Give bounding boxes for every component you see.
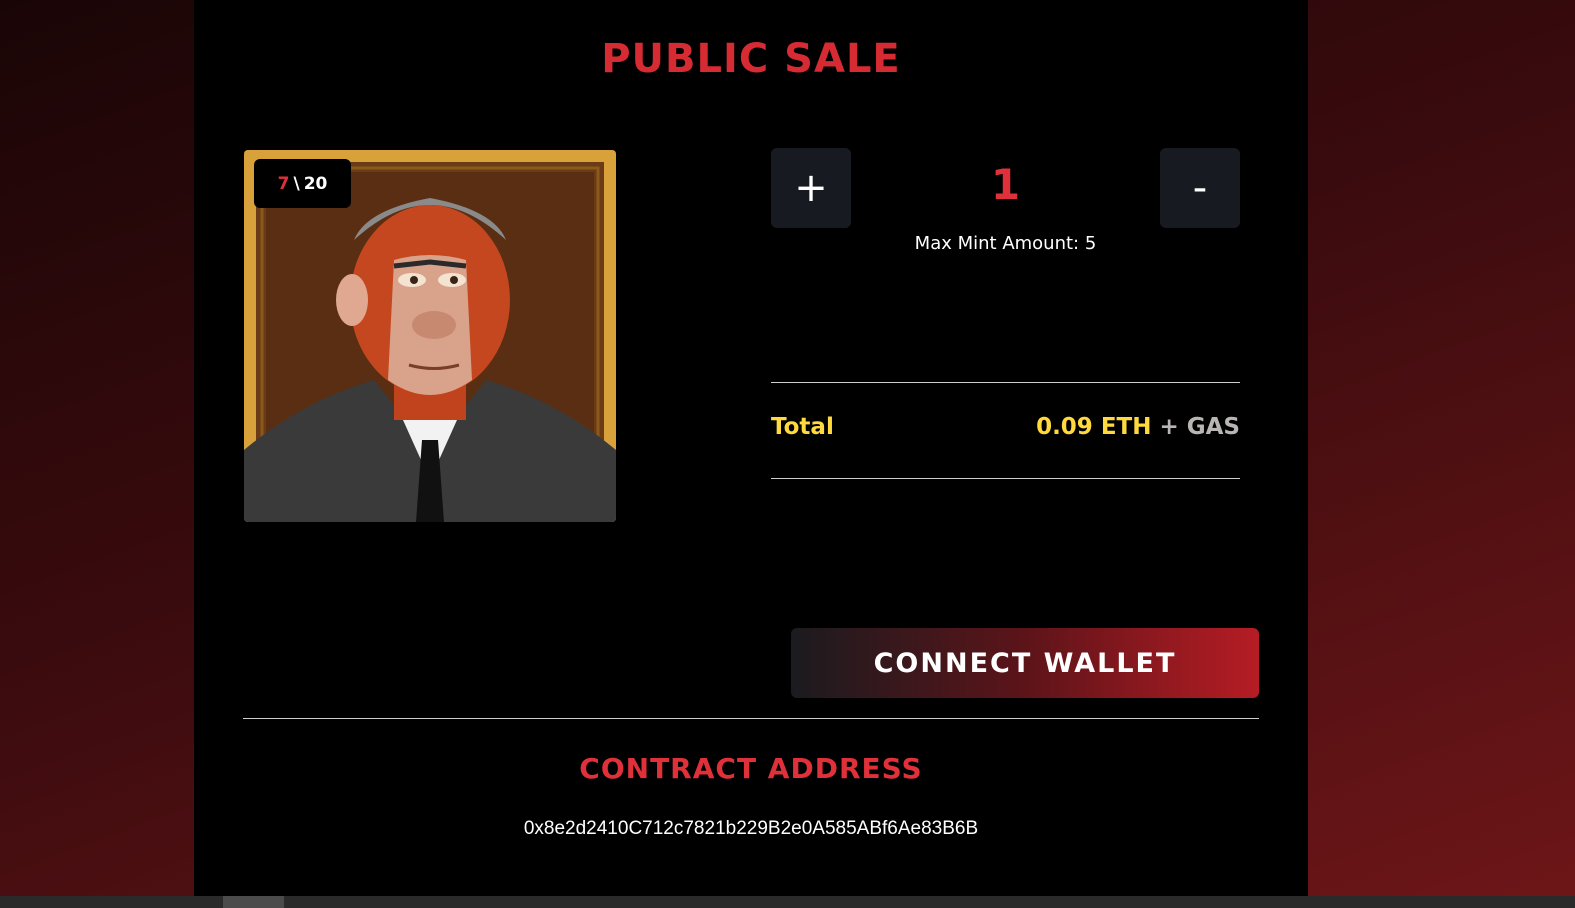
mint-counter-badge: 7 \ 20 (254, 159, 351, 208)
total-price: 0.09 ETH (1036, 414, 1152, 440)
plus-icon: + (794, 165, 828, 211)
mint-quantity: 1 (990, 160, 1021, 209)
contract-address-heading: CONTRACT ADDRESS (579, 752, 923, 785)
minus-icon: - (1192, 165, 1208, 211)
total-label: Total (771, 414, 834, 440)
minted-count: 7 (277, 173, 290, 194)
plus-sign: + (1159, 414, 1179, 440)
max-mint-amount: Max Mint Amount: 5 (914, 233, 1097, 254)
mint-panel: PUBLIC SALE 7 \ 20 + 1 - Max Mint Amount… (194, 0, 1308, 896)
total-supply: 20 (303, 173, 328, 194)
total-value: 0.09 ETH + GAS (1036, 414, 1240, 440)
gas-label: GAS (1186, 414, 1240, 440)
connect-wallet-button[interactable]: CONNECT WALLET (791, 628, 1259, 698)
page-title: PUBLIC SALE (601, 36, 901, 82)
divider-section (243, 718, 1259, 719)
decrease-quantity-button[interactable]: - (1160, 148, 1240, 228)
divider-bottom (771, 478, 1240, 479)
divider-top (771, 382, 1240, 383)
increase-quantity-button[interactable]: + (771, 148, 851, 228)
counter-separator: \ (293, 173, 300, 194)
scrollbar-thumb[interactable] (223, 896, 284, 908)
contract-address-value: 0x8e2d2410C712c7821b229B2e0A585ABf6Ae83B… (523, 818, 979, 839)
